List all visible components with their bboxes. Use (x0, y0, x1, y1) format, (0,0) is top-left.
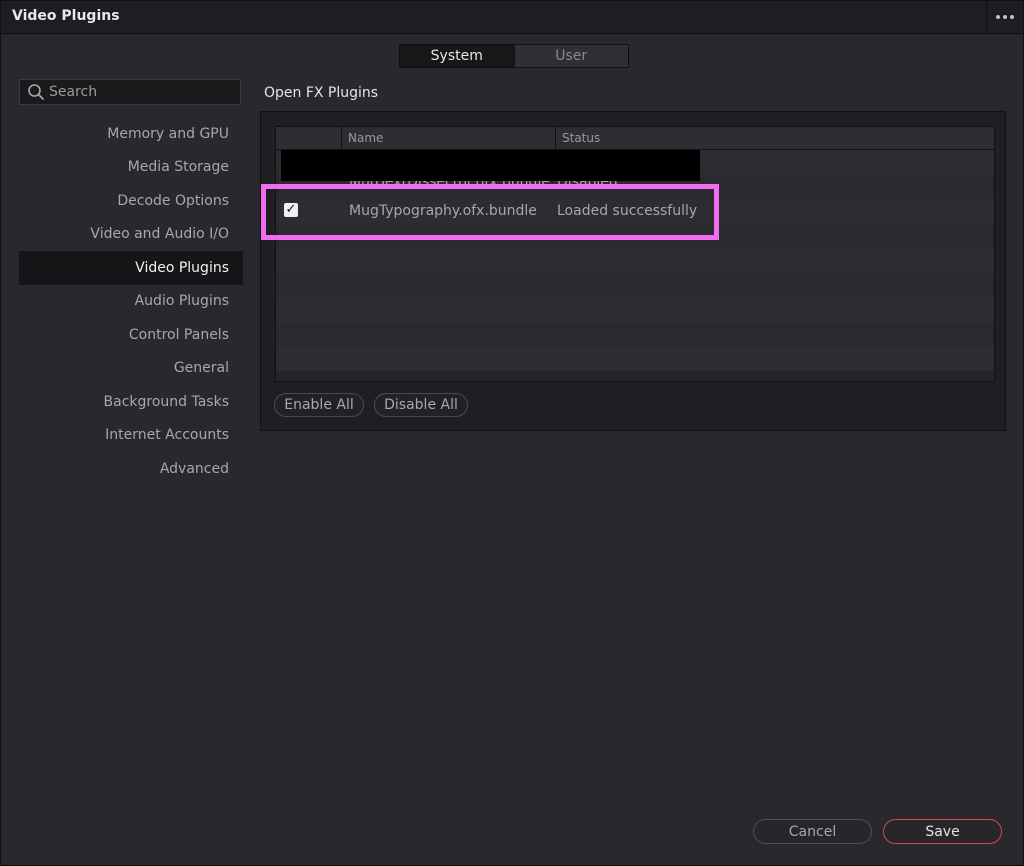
sidebar-item-control-panels[interactable]: Control Panels (19, 318, 243, 352)
system-user-toggle: System User (399, 44, 629, 68)
preferences-sidebar: Memory and GPU Media Storage Decode Opti… (19, 117, 243, 486)
sidebar-item-media-storage[interactable]: Media Storage (19, 151, 243, 185)
sidebar-item-video-plugins[interactable]: Video Plugins (19, 251, 243, 285)
plugin-status: Loaded successfully (557, 203, 698, 220)
plugins-table: Name Status ✓ MugTypography.ofx.bundle L… (275, 126, 995, 382)
sidebar-item-background-tasks[interactable]: Background Tasks (19, 385, 243, 419)
window-title: Video Plugins (12, 8, 120, 24)
table-row-empty (276, 272, 994, 297)
column-header-name: Name (342, 127, 556, 149)
more-horizontal-icon (996, 15, 1014, 19)
section-title: Open FX Plugins (264, 85, 379, 101)
save-button[interactable]: Save (883, 819, 1002, 844)
more-options-button[interactable] (986, 1, 1023, 33)
plugin-name: MugTypography.ofx.bundle (349, 203, 537, 220)
table-row-partial: MugTextDissector.ofx.bundle Disabled (276, 181, 994, 194)
tab-user[interactable]: User (513, 45, 628, 67)
sidebar-item-audio-plugins[interactable]: Audio Plugins (19, 285, 243, 319)
title-bar: Video Plugins (1, 1, 1023, 34)
sidebar-item-general[interactable]: General (19, 352, 243, 386)
table-header: Name Status (276, 127, 994, 150)
tab-system[interactable]: System (400, 45, 514, 67)
plugin-enabled-checkbox[interactable]: ✓ (284, 203, 298, 217)
enable-all-button[interactable]: Enable All (274, 393, 364, 417)
ofx-plugins-panel: Name Status ✓ MugTypography.ofx.bundle L… (260, 111, 1006, 431)
redaction-box (281, 150, 700, 181)
table-row[interactable]: ✓ MugTypography.ofx.bundle Loaded succes… (276, 199, 994, 224)
cancel-button[interactable]: Cancel (753, 819, 872, 844)
column-header-status: Status (562, 131, 601, 145)
table-row-empty (276, 248, 994, 273)
sidebar-item-internet-accounts[interactable]: Internet Accounts (19, 419, 243, 453)
preferences-window: Video Plugins System User Memory and GPU… (0, 0, 1024, 866)
search-icon (28, 84, 44, 100)
sidebar-item-decode-options[interactable]: Decode Options (19, 184, 243, 218)
disable-all-button[interactable]: Disable All (374, 393, 468, 417)
partial-plugin-name: MugTextDissector.ofx.bundle (349, 181, 550, 190)
sidebar-item-memory-and-gpu[interactable]: Memory and GPU (19, 117, 243, 151)
search-box[interactable] (19, 79, 241, 105)
search-input[interactable] (45, 83, 231, 101)
sidebar-item-video-and-audio-io[interactable]: Video and Audio I/O (19, 218, 243, 252)
table-row-empty (276, 297, 994, 322)
table-row-empty (276, 223, 994, 248)
sidebar-item-advanced[interactable]: Advanced (19, 452, 243, 486)
table-row-empty (276, 321, 994, 346)
column-header-check (276, 127, 342, 149)
table-row-empty (276, 346, 994, 371)
partial-plugin-status: Disabled (557, 181, 618, 190)
